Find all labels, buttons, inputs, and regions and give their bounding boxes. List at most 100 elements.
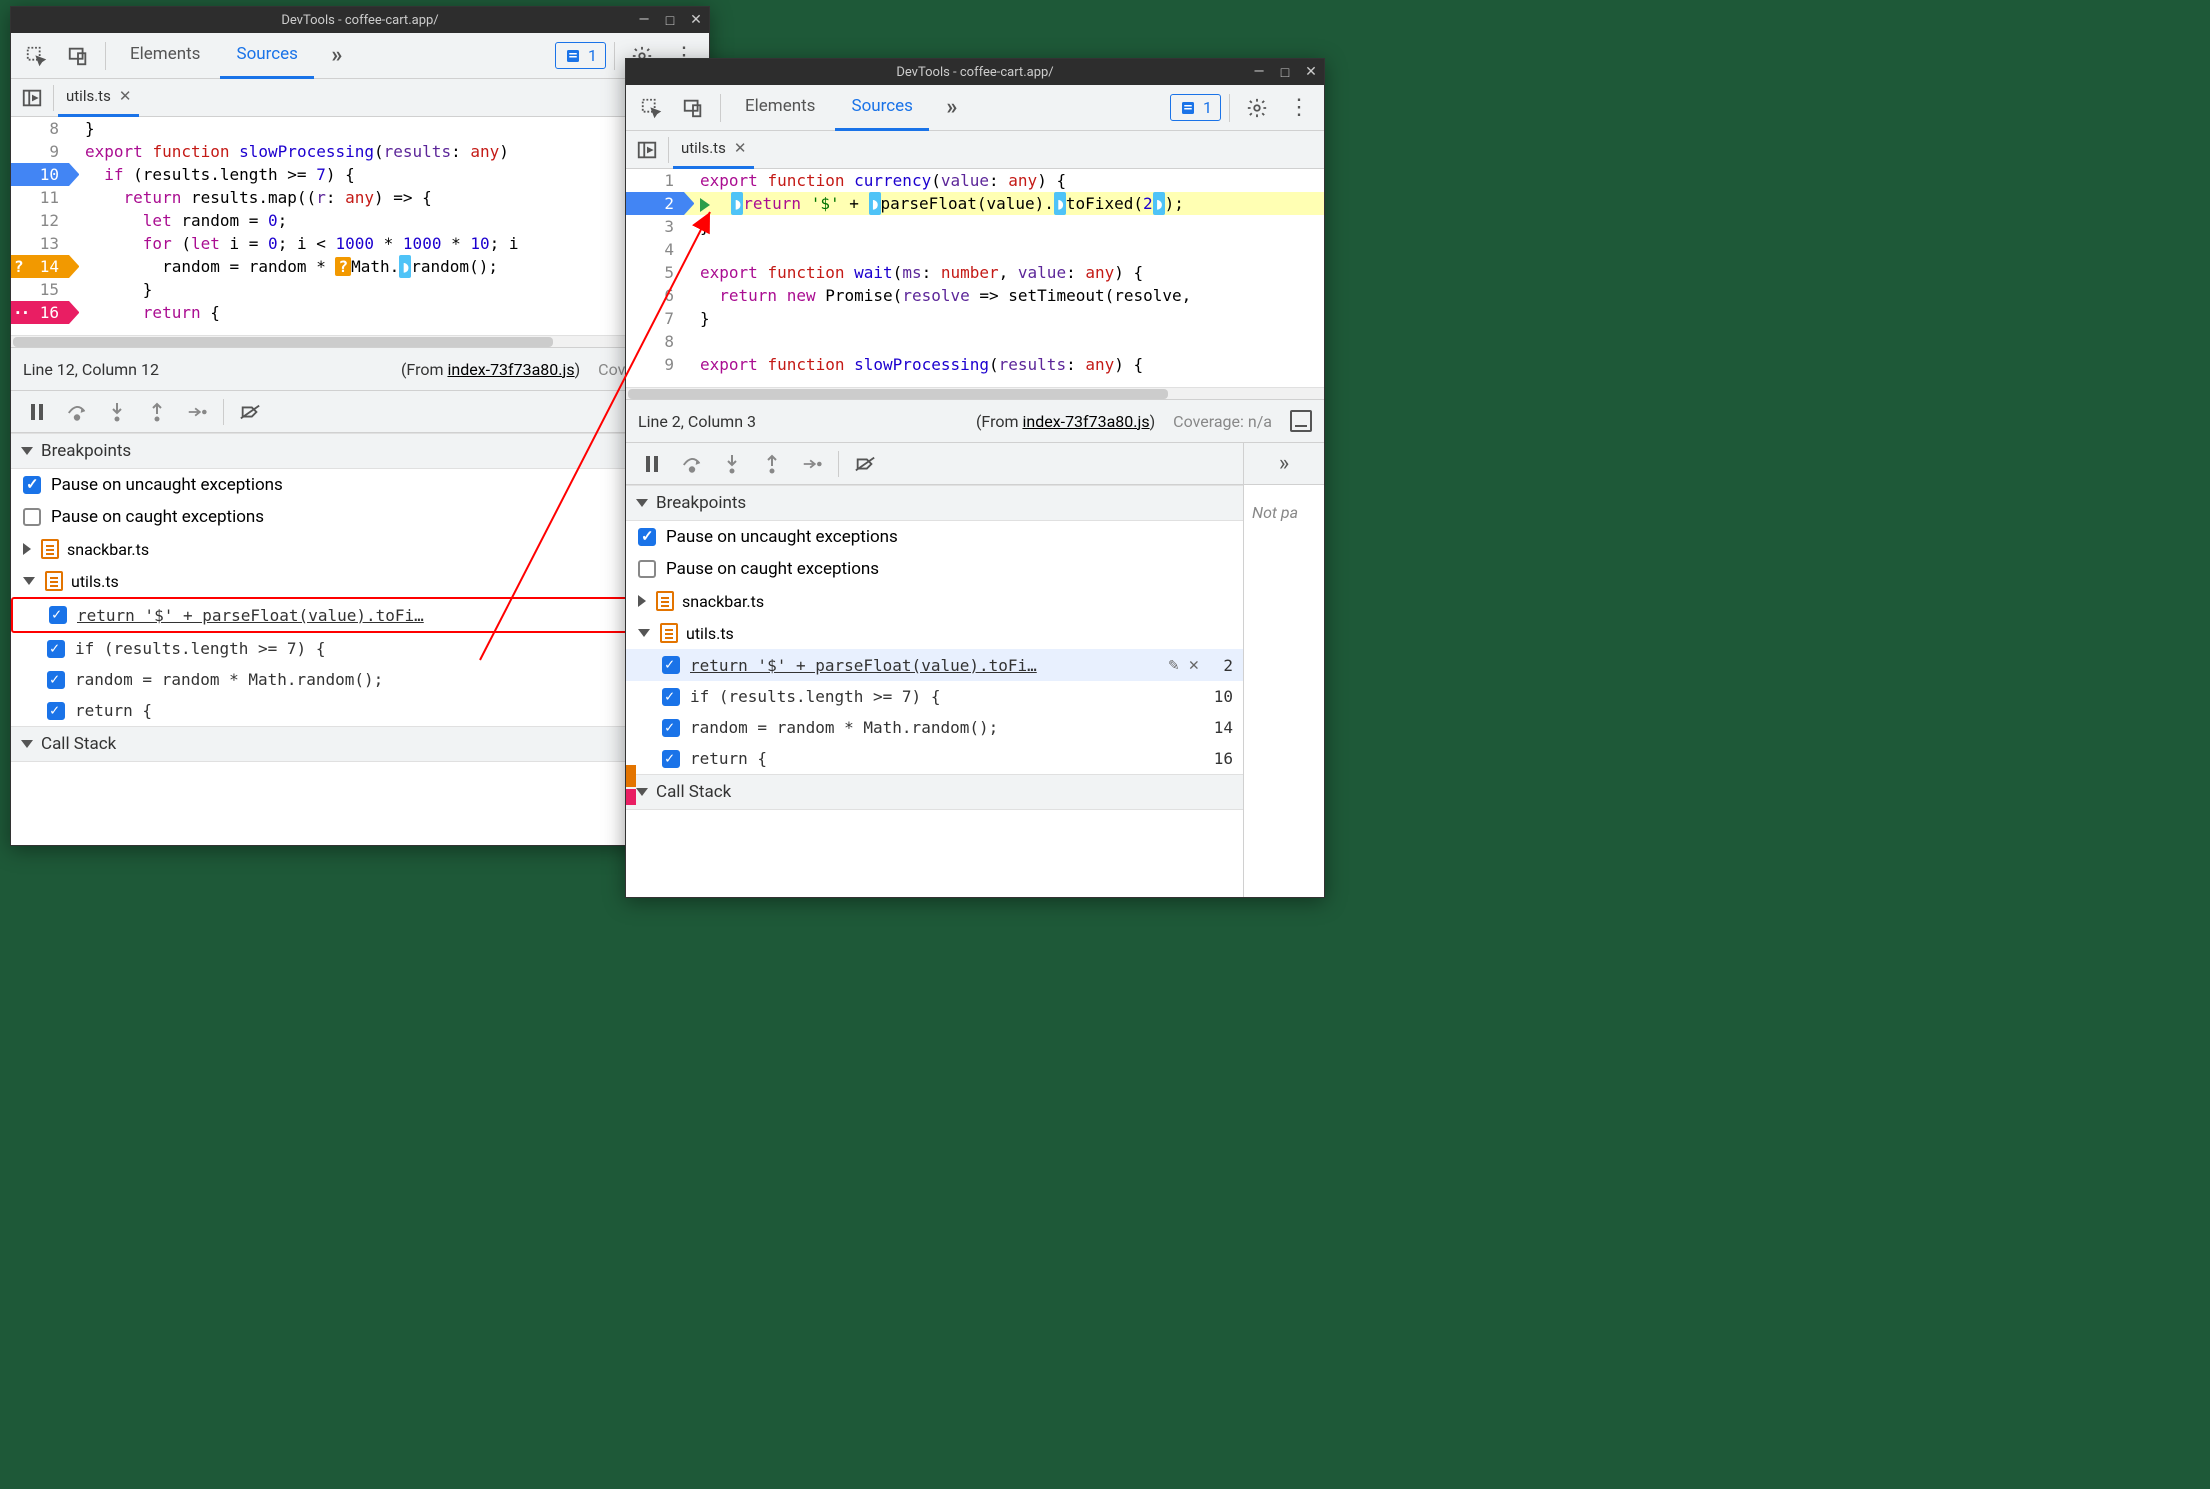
line-number[interactable]: 8 [11,117,69,140]
checkbox-icon[interactable] [662,656,680,674]
code-line[interactable]: let random = 0; [69,209,709,232]
breakpoints-section-header[interactable]: Breakpoints [626,485,1243,521]
more-icon[interactable]: » [1269,451,1299,476]
code-editor[interactable]: 1export function currency(value: any) {2… [626,169,1324,387]
step-into-button[interactable] [714,446,750,482]
close-tab-icon[interactable]: ✕ [119,87,132,105]
device-icon[interactable] [59,37,97,75]
issues-badge[interactable]: 1 [1170,94,1221,121]
kebab-menu-icon[interactable]: ⋮ [1280,89,1318,127]
code-line[interactable]: export function wait(ms: number, value: … [684,261,1324,284]
breakpoint-item[interactable]: if (results.length >= 7) { 10 [11,633,709,664]
line-number[interactable]: 3 [626,215,684,238]
more-tabs-icon[interactable]: » [933,89,971,127]
line-number[interactable]: 14 [11,255,69,278]
code-line[interactable]: } [69,278,709,301]
tab-elements[interactable]: Elements [114,33,216,79]
line-number[interactable]: 15 [11,278,69,301]
code-line[interactable]: for (let i = 0; i < 1000 * 1000 * 10; i [69,232,709,255]
code-line[interactable] [684,330,1324,353]
breakpoint-item[interactable]: random = random * Math.random(); 14 [11,664,709,695]
tab-sources[interactable]: Sources [220,33,313,79]
file-tab-utils[interactable]: utils.ts ✕ [673,131,754,169]
breakpoints-section-header[interactable]: Breakpoints [11,433,709,469]
maximize-button[interactable]: □ [663,13,677,27]
breakpoint-item[interactable]: if (results.length >= 7) { 10 [626,681,1243,712]
checkbox-icon[interactable] [49,606,67,624]
file-tab-utils[interactable]: utils.ts ✕ [58,79,139,117]
step-over-button[interactable] [674,446,710,482]
line-number[interactable]: 9 [626,353,684,376]
tab-elements[interactable]: Elements [729,85,831,131]
step-button[interactable] [179,394,215,430]
line-number[interactable]: 12 [11,209,69,232]
maximize-button[interactable]: □ [1278,65,1292,79]
code-line[interactable]: return new Promise(resolve => setTimeout… [684,284,1324,307]
deactivate-breakpoints-button[interactable] [847,446,883,482]
minimize-button[interactable]: — [637,13,651,27]
checkbox-icon[interactable] [47,702,65,720]
device-icon[interactable] [674,89,712,127]
line-number[interactable]: 10 [11,163,69,186]
inspect-icon[interactable] [17,37,55,75]
breakpoint-file-snackbar[interactable]: snackbar.ts [626,585,1243,617]
line-number[interactable]: 11 [11,186,69,209]
code-line[interactable]: random = random * ?Math.◗random(); [69,255,709,278]
code-editor[interactable]: 8} 9export function slowProcessing(result… [11,117,709,335]
checkbox-icon[interactable] [47,640,65,658]
line-number[interactable]: 6 [626,284,684,307]
pause-button[interactable] [634,446,670,482]
show-navigator-icon[interactable] [630,133,664,167]
source-map-link[interactable]: index-73f73a80.js [447,360,574,379]
line-number[interactable]: 7 [626,307,684,330]
checkbox-icon[interactable] [23,476,41,494]
code-line[interactable]: return { [69,301,709,324]
edit-icon[interactable]: ✎ [1169,655,1179,675]
pause-uncaught-option[interactable]: Pause on uncaught exceptions [11,469,709,501]
horizontal-scrollbar[interactable] [626,387,1324,399]
step-out-button[interactable] [139,394,175,430]
pause-uncaught-option[interactable]: Pause on uncaught exceptions [626,521,1243,553]
close-tab-icon[interactable]: ✕ [734,139,747,157]
show-navigator-icon[interactable] [15,81,49,115]
breakpoint-file-utils[interactable]: utils.ts [626,617,1243,649]
remove-icon[interactable]: ✕ [1189,655,1199,675]
code-line[interactable]: export function currency(value: any) { [684,169,1324,192]
breakpoint-item[interactable]: random = random * Math.random(); 14 [626,712,1243,743]
checkbox-icon[interactable] [662,750,680,768]
breakpoint-item[interactable]: return '$' + parseFloat(value).toFi… ✎ ✕… [626,649,1243,681]
line-number[interactable]: 9 [11,140,69,163]
callstack-section-header[interactable]: Call Stack [11,726,709,762]
horizontal-scrollbar[interactable] [11,335,709,347]
settings-icon[interactable] [1238,89,1276,127]
checkbox-icon[interactable] [662,688,680,706]
checkbox-icon[interactable] [23,508,41,526]
checkbox-icon[interactable] [638,528,656,546]
close-button[interactable]: ✕ [1304,65,1318,79]
checkbox-icon[interactable] [638,560,656,578]
pause-caught-option[interactable]: Pause on caught exceptions [11,501,709,533]
step-over-button[interactable] [59,394,95,430]
more-tabs-icon[interactable]: » [318,37,356,75]
line-number[interactable]: 2 [626,192,684,215]
step-button[interactable] [794,446,830,482]
inspect-icon[interactable] [632,89,670,127]
step-out-button[interactable] [754,446,790,482]
tab-sources[interactable]: Sources [835,85,928,131]
deactivate-breakpoints-button[interactable] [232,394,268,430]
code-line[interactable]: } [684,307,1324,330]
minimize-button[interactable]: — [1252,65,1266,79]
line-number[interactable]: 4 [626,238,684,261]
line-number[interactable]: 8 [626,330,684,353]
code-line[interactable]: return results.map((r: any) => { [69,186,709,209]
checkbox-icon[interactable] [662,719,680,737]
code-line[interactable]: ◗return '$' + ◗parseFloat(value).◗toFixe… [684,192,1324,215]
breakpoint-item[interactable]: return { 16 [626,743,1243,774]
callstack-section-header[interactable]: Call Stack [626,774,1243,810]
code-line[interactable] [684,238,1324,261]
toggle-view-icon[interactable] [1290,410,1312,432]
issues-badge[interactable]: 1 [555,42,606,69]
checkbox-icon[interactable] [47,671,65,689]
line-number[interactable]: 1 [626,169,684,192]
code-line[interactable]: export function slowProcessing(results: … [69,140,709,163]
